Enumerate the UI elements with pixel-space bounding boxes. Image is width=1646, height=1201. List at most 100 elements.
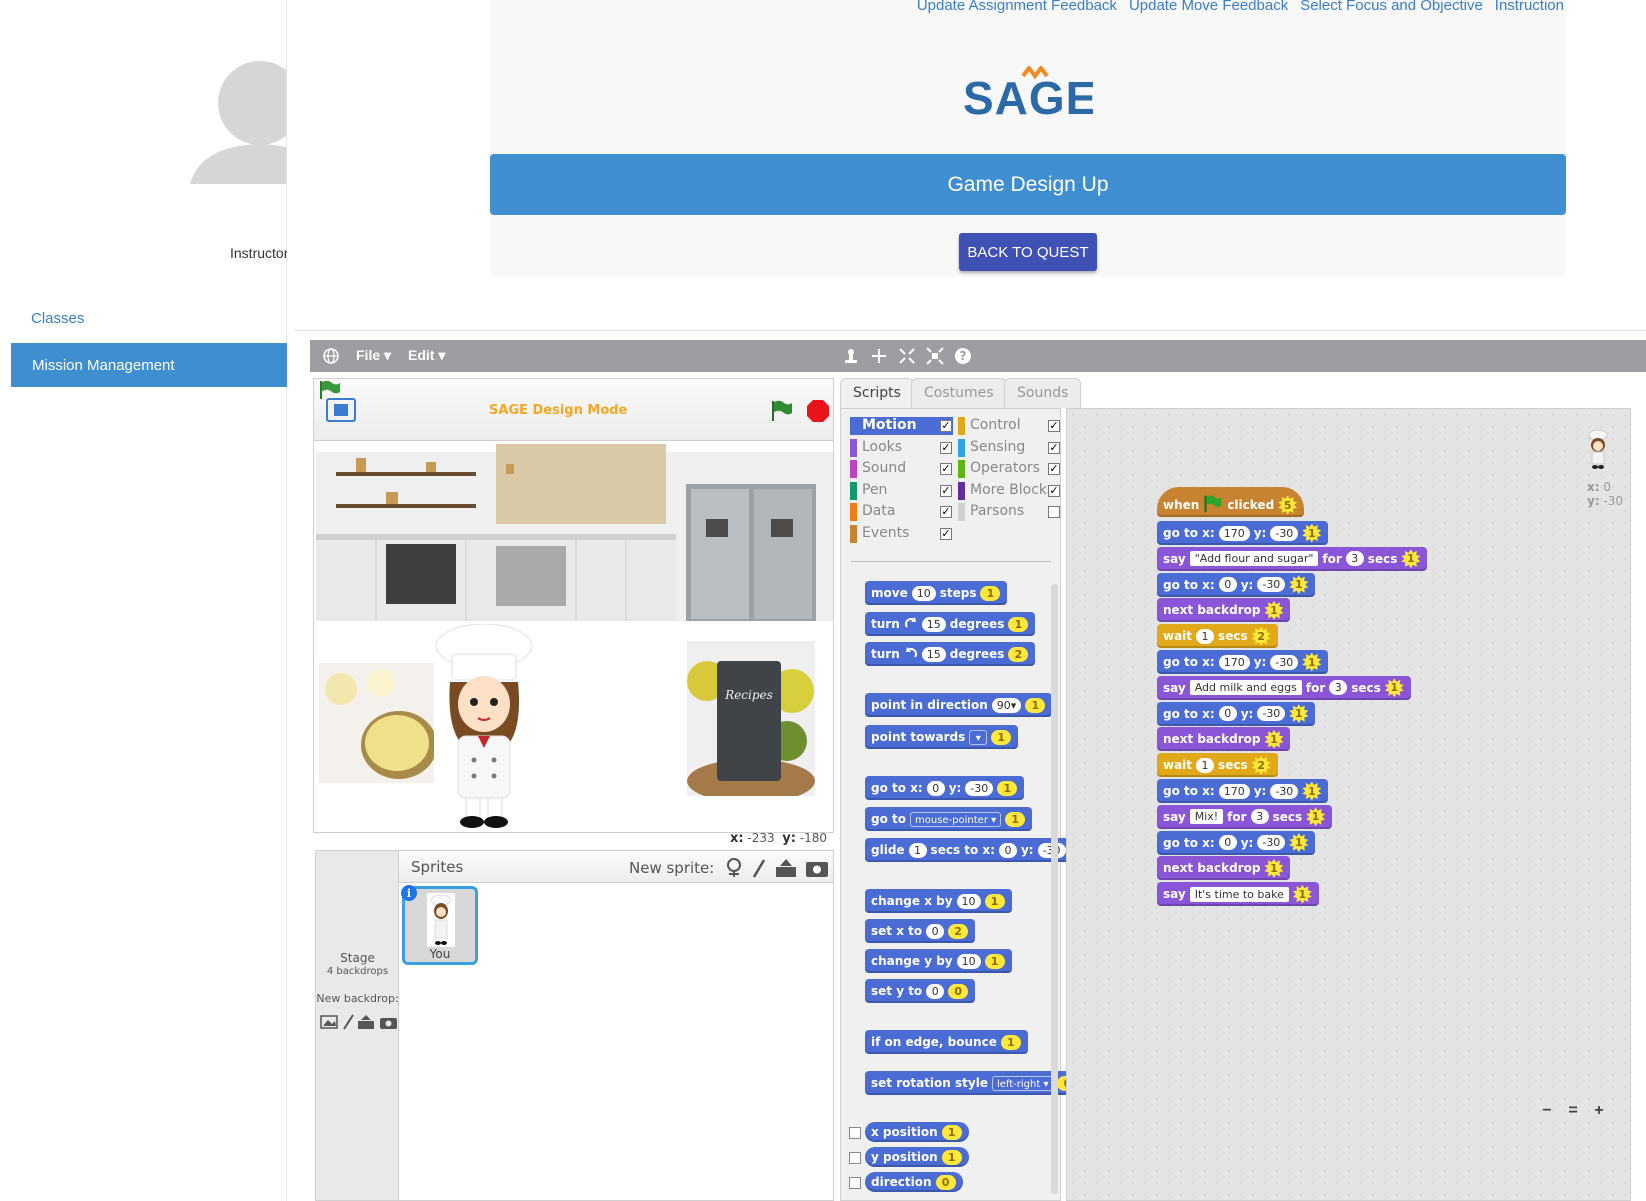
backdrop-library-icon[interactable] <box>320 1015 338 1029</box>
green-flag-icon[interactable] <box>770 399 794 423</box>
nav-mission-management[interactable]: Mission Management <box>11 343 287 387</box>
number-input[interactable]: -30 <box>1270 783 1299 799</box>
stop-sign-icon[interactable] <box>806 399 830 423</box>
number-input[interactable]: -30 <box>1270 654 1299 670</box>
dropdown-input[interactable]: mouse-pointer ▾ <box>910 811 1002 827</box>
presentation-mode-icon[interactable] <box>326 398 356 422</box>
script-block[interactable]: go to x: 0 y: -30 1 <box>1157 572 1316 597</box>
number-input[interactable]: 170 <box>1218 525 1250 541</box>
palette-block[interactable]: turn 15 degrees 2 <box>865 642 1036 666</box>
number-input[interactable]: 15 <box>921 646 946 662</box>
number-input[interactable]: 0 <box>926 983 945 999</box>
delete-cut-icon[interactable] <box>870 347 888 365</box>
number-input[interactable]: 0 <box>1218 577 1237 593</box>
category-visible-checkbox[interactable]: ✓ <box>1048 420 1060 432</box>
info-icon[interactable]: i <box>400 884 418 902</box>
camera-sprite-icon[interactable] <box>806 862 828 877</box>
palette-block[interactable]: change y by 10 1 <box>865 949 1012 973</box>
link-select-focus-objective[interactable]: Select Focus and Objective <box>1300 0 1483 14</box>
category-control[interactable]: Control ✓ <box>958 417 1060 435</box>
category-visible-checkbox[interactable]: ✓ <box>940 441 952 454</box>
tab-scripts[interactable]: Scripts <box>840 378 914 408</box>
number-input[interactable]: -30 <box>1270 525 1299 541</box>
palette-block[interactable]: point towards ▾ 1 <box>865 725 1019 749</box>
category-pen[interactable]: Pen ✓ <box>850 481 953 500</box>
dropdown-input[interactable]: left-right ▾ <box>991 1075 1054 1091</box>
back-to-quest-button[interactable]: BACK TO QUEST <box>959 233 1097 271</box>
number-input[interactable]: 0 <box>926 780 945 796</box>
category-more-blocks[interactable]: More Blocks ✓ <box>958 481 1060 500</box>
number-input[interactable]: 0 <box>998 842 1017 858</box>
number-input[interactable]: -30 <box>1257 577 1286 593</box>
script-block[interactable]: say It's time to bake 1 <box>1157 882 1319 907</box>
globe-icon[interactable] <box>322 347 340 365</box>
script-block[interactable]: say Add milk and eggs for 3 secs 1 <box>1157 675 1411 700</box>
number-input[interactable]: -30 <box>1257 706 1286 722</box>
sprite-thumbnail-you[interactable]: i You <box>400 884 478 965</box>
number-input[interactable]: 1 <box>1196 628 1215 644</box>
number-input[interactable]: 15 <box>921 616 946 632</box>
palette-block[interactable]: point in direction 90▾ 1 <box>865 693 1053 717</box>
palette-block[interactable]: go to mouse-pointer ▾ 1 <box>865 807 1033 831</box>
edit-menu[interactable]: Edit ▾ <box>408 347 445 364</box>
category-operators[interactable]: Operators ✓ <box>958 460 1060 478</box>
upload-backdrop-icon[interactable] <box>358 1015 374 1029</box>
palette-block[interactable]: turn 15 degrees 1 <box>865 612 1036 636</box>
category-visible-checkbox[interactable]: ✓ <box>1048 463 1060 475</box>
script-block[interactable]: next backdrop 1 <box>1157 856 1291 881</box>
chef-sprite-image[interactable] <box>432 624 542 832</box>
category-visible-checkbox[interactable]: ✓ <box>1048 484 1060 497</box>
category-data[interactable]: Data ✓ <box>850 503 953 521</box>
category-visible-checkbox[interactable]: ✓ <box>940 463 952 475</box>
palette-block[interactable]: x position 1 <box>865 1122 969 1142</box>
script-block[interactable]: wait 1 secs 2 <box>1157 753 1278 778</box>
category-visible-checkbox[interactable]: ✓ <box>940 506 952 518</box>
number-input[interactable]: 3 <box>1345 551 1364 567</box>
zoom-out-icon[interactable]: − <box>1538 1102 1556 1120</box>
file-menu[interactable]: File ▾ <box>356 347 391 364</box>
stage-canvas[interactable]: Recipes <box>313 440 834 833</box>
zoom-in-icon[interactable]: + <box>1590 1102 1608 1120</box>
palette-block[interactable]: direction 0 <box>865 1172 963 1192</box>
number-input[interactable]: 1 <box>1196 757 1215 773</box>
number-input[interactable]: 3 <box>1250 809 1269 825</box>
palette-block[interactable]: if on edge, bounce 1 <box>865 1030 1028 1054</box>
script-block[interactable]: say Mix! for 3 secs 1 <box>1157 804 1333 829</box>
number-input[interactable]: -30 <box>965 780 994 796</box>
link-update-assignment-feedback[interactable]: Update Assignment Feedback <box>917 0 1117 14</box>
script-block[interactable]: next backdrop 1 <box>1157 598 1291 623</box>
reporter-checkbox[interactable] <box>849 1127 861 1139</box>
category-sound[interactable]: Sound ✓ <box>850 460 953 478</box>
category-visible-checkbox[interactable]: ✓ <box>940 420 952 432</box>
script-block[interactable]: go to x: 170 y: -30 1 <box>1157 521 1329 545</box>
text-input[interactable]: Add milk and eggs <box>1189 680 1302 696</box>
number-input[interactable]: 3 <box>1329 680 1348 696</box>
palette-block[interactable]: set y to 0 0 <box>865 979 976 1003</box>
text-input[interactable]: It's time to bake <box>1189 886 1289 902</box>
category-parsons[interactable]: Parsons <box>958 503 1060 521</box>
script-block[interactable]: say "Add flour and sugar" for 3 secs 1 <box>1157 546 1428 571</box>
stage-thumbnail-column[interactable]: Stage 4 backdrops New backdrop: <box>316 851 399 1200</box>
category-sensing[interactable]: Sensing ✓ <box>958 438 1060 457</box>
paint-sprite-icon[interactable] <box>752 859 766 878</box>
dropdown-input[interactable]: ▾ <box>969 729 988 745</box>
reporter-checkbox[interactable] <box>849 1177 861 1189</box>
tab-costumes[interactable]: Costumes <box>911 378 1007 408</box>
grow-icon[interactable] <box>898 347 916 365</box>
number-input[interactable]: 170 <box>1218 783 1250 799</box>
category-motion[interactable]: Motion ✓ <box>850 417 953 435</box>
number-input[interactable]: 0 <box>1218 706 1237 722</box>
script-block[interactable]: go to x: 170 y: -30 1 <box>1157 650 1329 674</box>
number-input[interactable]: 1 <box>908 842 927 858</box>
reporter-checkbox[interactable] <box>849 1152 861 1164</box>
script-area[interactable]: x: 0 y: -30 when clicked 5 go to x: 170 y: -30… <box>1066 408 1631 1201</box>
category-visible-checkbox[interactable] <box>1048 506 1060 518</box>
link-instruction[interactable]: Instruction <box>1495 0 1564 14</box>
number-input[interactable]: 10 <box>956 893 981 909</box>
number-input[interactable]: 0 <box>926 923 945 939</box>
script-block[interactable]: go to x: 0 y: -30 1 <box>1157 701 1316 726</box>
text-input[interactable]: Mix! <box>1189 809 1224 825</box>
palette-block[interactable]: glide1secs to x:0y:-300 <box>865 838 1097 862</box>
category-visible-checkbox[interactable]: ✓ <box>1048 441 1060 454</box>
palette-block[interactable]: y position 1 <box>865 1147 969 1167</box>
